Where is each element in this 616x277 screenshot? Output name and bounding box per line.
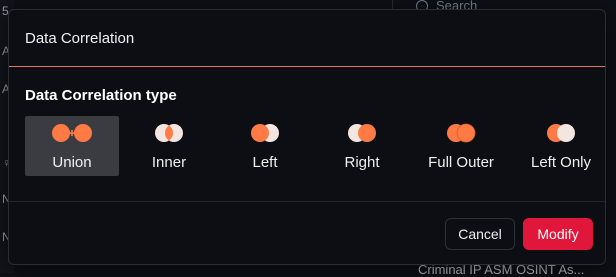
option-label: Union [52,154,92,171]
option-left-only[interactable]: Left Only [513,116,605,176]
union-venn-icon [52,124,92,142]
modify-button[interactable]: Modify [523,218,593,250]
modal-title: Data Correlation [25,29,135,47]
option-label: Left [252,154,278,171]
full-outer-venn-icon [447,123,476,143]
right-venn-icon [348,124,376,142]
option-inner[interactable]: Inner [123,116,215,176]
option-label: Inner [151,154,187,171]
cancel-button[interactable]: Cancel [445,218,515,250]
option-full-outer[interactable]: Full Outer [413,116,509,176]
modal-header: Data Correlation [9,10,605,67]
option-union[interactable]: Union [25,116,119,176]
correlation-type-options: Union Inner Left Right Full Outer Left O… [25,116,605,176]
inner-venn-icon [155,124,183,142]
footer-divider [9,201,605,202]
left-venn-icon [251,124,279,142]
option-left[interactable]: Left [219,116,311,176]
data-correlation-modal: Data Correlation Data Correlation type U… [8,9,606,265]
option-label: Left Only [530,154,592,171]
option-right[interactable]: Right [315,116,409,176]
section-title: Data Correlation type [25,87,177,104]
option-label: Right [344,154,380,171]
left-only-venn-icon [547,124,575,142]
option-label: Full Outer [428,154,494,171]
